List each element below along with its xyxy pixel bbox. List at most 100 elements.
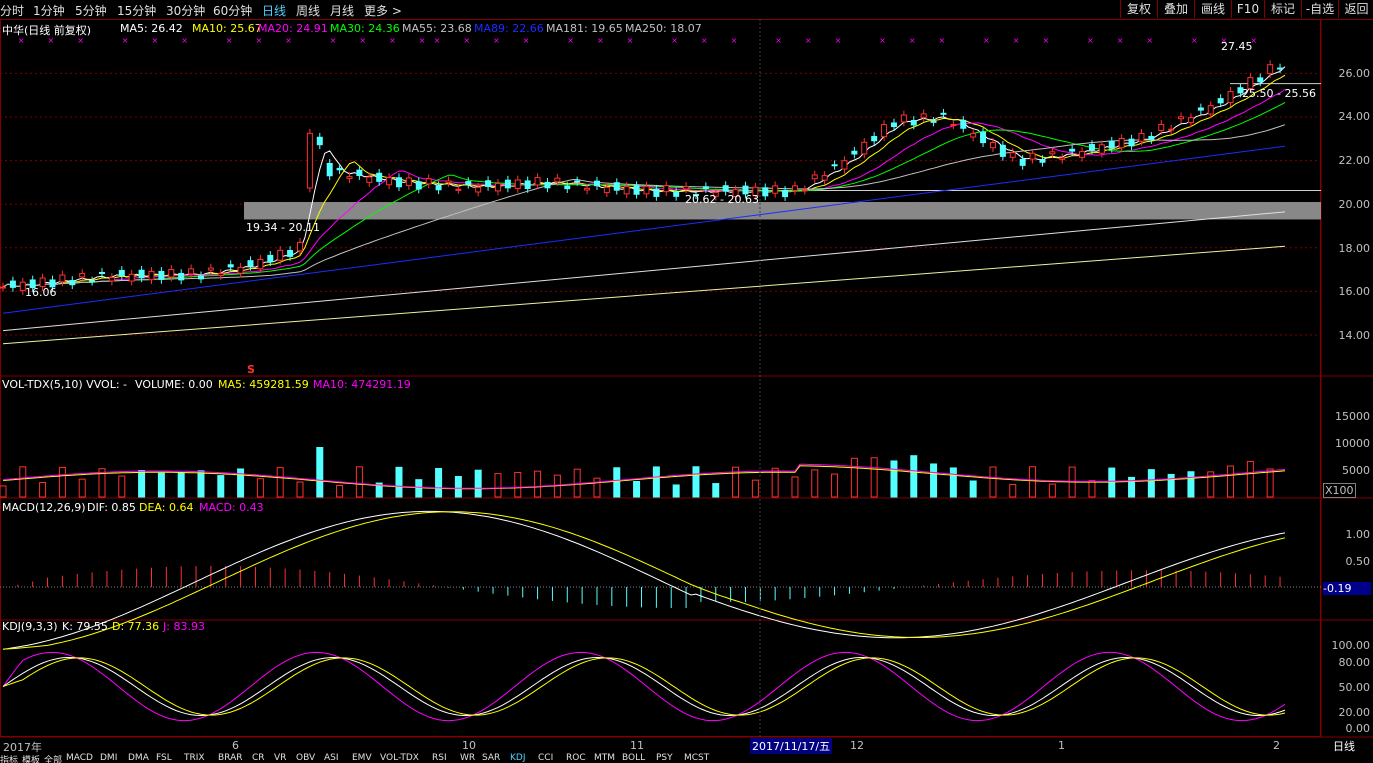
indicator-tab-rsi[interactable]: RSI: [432, 753, 447, 763]
candle-body: [643, 185, 650, 195]
volume-bar: [19, 466, 27, 498]
indicator-tab-vr[interactable]: VR: [274, 753, 286, 763]
candle-body: [395, 177, 402, 188]
x-label: 10: [462, 739, 476, 752]
x-label: 6: [232, 739, 239, 752]
candle-body: [1197, 107, 1204, 111]
ma55-label: MA55: 23.68: [402, 22, 472, 35]
candle-body: [1227, 91, 1234, 104]
volume-bar: [395, 466, 403, 498]
price-tick: 26.00: [1338, 67, 1371, 80]
candle-body: [960, 119, 967, 129]
candle-body: [514, 179, 521, 189]
volume-bar: [118, 475, 126, 498]
volume-bar: [1009, 483, 1017, 498]
indicator-tab-boll[interactable]: BOLL: [622, 753, 645, 763]
cursor-date-badge: 2017/11/17/五: [750, 738, 833, 754]
candle-body: [455, 188, 462, 191]
signal-mark: ×: [671, 36, 678, 45]
candle-body: [1207, 105, 1214, 115]
indicator-tab-kdj[interactable]: KDJ: [510, 753, 526, 763]
candle-body: [247, 260, 254, 267]
signal-mark: ×: [909, 36, 916, 45]
signal-mark: ×: [567, 36, 574, 45]
period-label[interactable]: 日线: [1333, 738, 1355, 754]
candle-body: [881, 124, 888, 138]
price-tick: 22.00: [1338, 154, 1371, 167]
candle-body: [79, 273, 86, 278]
indicator-tab-emv[interactable]: EMV: [352, 753, 372, 763]
indicator-tab-cci[interactable]: CCI: [538, 753, 553, 763]
candle-body: [653, 188, 660, 197]
indicator-tab-asi[interactable]: ASI: [324, 753, 339, 763]
indicator-tab-sar[interactable]: SAR: [482, 753, 500, 763]
signal-mark: ×: [523, 36, 530, 45]
candle-body: [1277, 67, 1284, 70]
candle-body: [336, 167, 343, 171]
indicator-tab-brar[interactable]: BRAR: [218, 753, 242, 763]
indicator-tab-mcst[interactable]: MCST: [684, 753, 709, 763]
signal-mark: ×: [835, 36, 842, 45]
volume-bar: [692, 466, 700, 498]
candle-body: [1079, 151, 1086, 158]
volume-bar: [217, 475, 225, 498]
indicator-tab-cr[interactable]: CR: [252, 753, 265, 763]
volume-bar: [870, 457, 878, 498]
volume-bar: [237, 468, 245, 498]
kdj-title: KDJ(9,3,3): [2, 620, 58, 633]
indicator-tab-模板[interactable]: 模板: [22, 753, 40, 763]
candle-body: [1178, 116, 1185, 120]
candle-body: [999, 144, 1006, 157]
macd-dif: DIF: 0.85: [87, 501, 136, 514]
volume-bar: [0, 485, 7, 498]
indicator-tab-dmi[interactable]: DMI: [100, 753, 117, 763]
kdj-d: D: 77.36: [112, 620, 160, 633]
vol-title: VOL-TDX(5,10) VVOL: -: [2, 378, 127, 391]
indicator-tab-obv[interactable]: OBV: [296, 753, 315, 763]
volume-bar: [811, 469, 819, 498]
candle-body: [970, 132, 977, 138]
volume-bar: [613, 467, 621, 498]
indicator-tab-fsl[interactable]: FSL: [156, 753, 172, 763]
volume-bar: [276, 467, 284, 498]
volume-bar: [989, 466, 997, 498]
candle-body: [940, 112, 947, 115]
indicator-tab-全部[interactable]: 全部: [44, 753, 62, 763]
signal-mark: ×: [731, 36, 738, 45]
indicator-tab-wr[interactable]: WR: [460, 753, 475, 763]
indicator-tab-vol-tdx[interactable]: VOL-TDX: [380, 753, 419, 763]
ma250-line: [2, 245, 1286, 345]
macd-tick: 1.00: [1345, 528, 1371, 541]
candle-body: [346, 176, 353, 180]
indicator-tab-指标[interactable]: 指标: [0, 753, 18, 763]
candle-body: [910, 120, 917, 126]
sell-marker: S: [247, 363, 255, 376]
last-range-label: 25.50 - 25.56: [1242, 87, 1316, 100]
indicator-tab-dma[interactable]: DMA: [128, 753, 149, 763]
ma89-label: MA89: 22.66: [474, 22, 544, 35]
volume-bar: [177, 472, 185, 498]
candle-body: [89, 280, 96, 283]
left-range-label: 19.34 - 20.11: [246, 221, 320, 234]
candle-body: [1267, 64, 1274, 75]
signal-mark: ×: [151, 36, 158, 45]
candle-body: [1128, 138, 1135, 147]
signal-mark: ×: [285, 36, 292, 45]
indicator-tab-roc[interactable]: ROC: [566, 753, 586, 763]
x-label: 11: [630, 739, 644, 752]
vol-volume: VOLUME: 0.00: [135, 378, 213, 391]
signal-mark: ×: [255, 36, 262, 45]
indicator-tab-macd[interactable]: MACD: [66, 753, 93, 763]
volume-bar: [1048, 483, 1056, 498]
candle-body: [989, 142, 996, 149]
candle-body: [831, 164, 838, 167]
indicator-tab-mtm[interactable]: MTM: [594, 753, 615, 763]
indicator-tab-psy[interactable]: PSY: [656, 753, 673, 763]
volume-bar: [316, 447, 324, 498]
signal-mark: ×: [627, 36, 634, 45]
candle-body: [811, 174, 818, 180]
candle-body: [69, 280, 76, 286]
ma5-label: MA5: 26.42: [120, 22, 183, 35]
macd-title: MACD(12,26,9): [2, 501, 86, 514]
indicator-tab-trix[interactable]: TRIX: [184, 753, 205, 763]
